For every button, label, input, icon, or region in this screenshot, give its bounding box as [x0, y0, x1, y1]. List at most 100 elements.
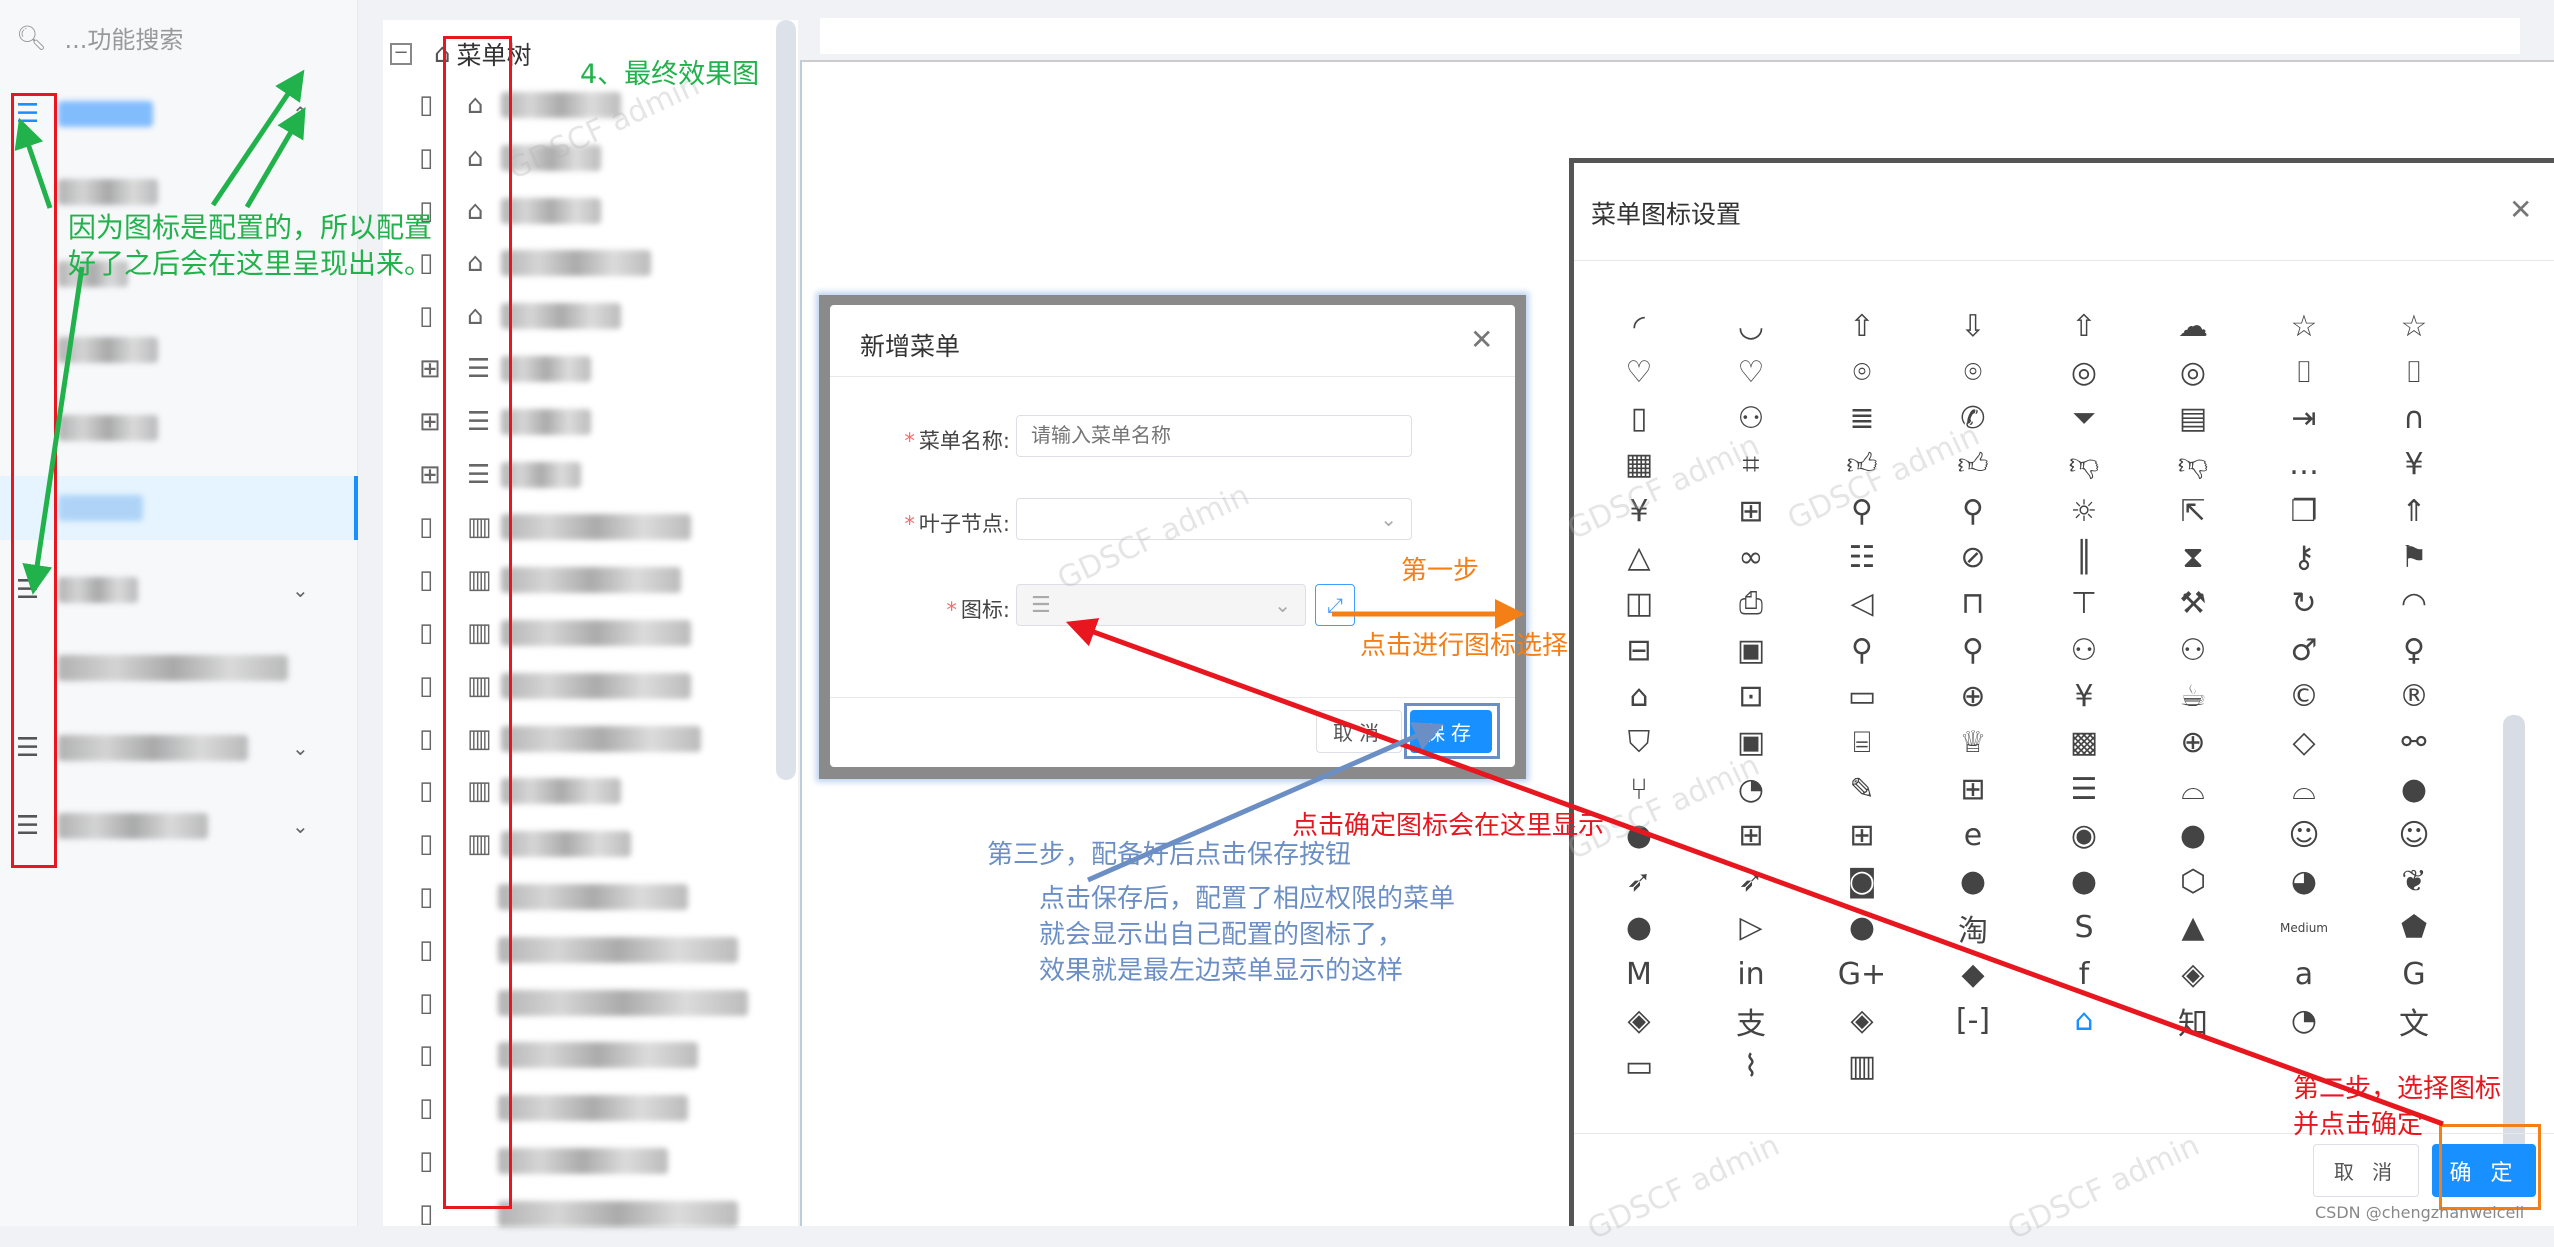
- icon-option-tag-icon[interactable]: ◇: [2274, 721, 2334, 765]
- icon-option-dingding-icon[interactable]: ➶: [1721, 860, 1781, 904]
- icon-option-environment-icon[interactable]: ⌾: [1943, 350, 2003, 394]
- icon-option-taobao-icon[interactable]: 淘: [1943, 906, 2003, 950]
- icon-option-gitlab-icon[interactable]: ⬟: [2384, 906, 2444, 950]
- icon-option-medium-icon[interactable]: M: [1609, 952, 1669, 996]
- icon-option-disconnect-icon[interactable]: ∞: [1721, 536, 1781, 580]
- collapse-icon[interactable]: −: [390, 43, 412, 65]
- icon-option-ie-icon[interactable]: e: [1943, 813, 2003, 857]
- icon-option-linkedin-icon[interactable]: in: [1721, 952, 1781, 996]
- icon-option-chrome-icon[interactable]: ◉: [2054, 813, 2114, 857]
- icon-option-wallet-icon[interactable]: ▣: [1721, 721, 1781, 765]
- icon-option-flag-icon[interactable]: ⚑: [2384, 536, 2444, 580]
- icon-option-taobao-circle-icon[interactable]: ●: [2054, 860, 2114, 904]
- icon-option-codepen-circle-icon[interactable]: ◈: [1609, 999, 1669, 1043]
- icon-option-weibo-square-icon[interactable]: ◙: [1832, 860, 1892, 904]
- icon-option-copyright-icon[interactable]: ©: [2274, 674, 2334, 718]
- icon-option-weibo-icon[interactable]: ◕: [2274, 860, 2334, 904]
- icon-option-medicine-box-icon[interactable]: ⊕: [1943, 674, 2003, 718]
- icon-option-sync-icon[interactable]: ↻: [2274, 582, 2334, 626]
- icon-option-qrcode-icon[interactable]: ▦: [1609, 443, 1669, 487]
- icon-option-aliwangwang-icon[interactable]: ☺: [2274, 813, 2334, 857]
- icon-option-skin-icon[interactable]: ⊤: [2054, 582, 2114, 626]
- icon-option-codepen-icon[interactable]: ◈: [2163, 952, 2223, 996]
- icon-option-save-icon[interactable]: ▯: [1609, 397, 1669, 441]
- icon-option-aliwangwang-icon[interactable]: ☺: [2384, 813, 2444, 857]
- icon-option-loading-3-quarters-icon[interactable]: ◜: [1609, 304, 1669, 348]
- icon-option-message-icon[interactable]: …: [2274, 443, 2334, 487]
- icon-option-red-envelope-icon[interactable]: ¥: [2054, 674, 2114, 718]
- icon-grid-scrollbar[interactable]: [2503, 715, 2525, 1175]
- icon-option-eye-icon[interactable]: ◎: [2163, 350, 2223, 394]
- icon-option-facebook-icon[interactable]: f: [2054, 952, 2114, 996]
- icon-option-skype-icon[interactable]: S: [2054, 906, 2114, 950]
- icon-option-bar-chart-icon[interactable]: ▥: [1832, 1045, 1892, 1089]
- icon-option-like-icon[interactable]: 👍︎: [1832, 443, 1892, 487]
- icon-option-apple-icon[interactable]: ●: [1609, 813, 1669, 857]
- icon-option-wifi-icon[interactable]: ◠: [2384, 582, 2444, 626]
- icon-option-loading-icon[interactable]: ◡: [1721, 304, 1781, 348]
- expand-icon-picker-button[interactable]: ⤢: [1315, 584, 1355, 626]
- icon-option-table-icon[interactable]: ⊞: [1943, 767, 2003, 811]
- icon-option-database-icon[interactable]: ☷: [1832, 536, 1892, 580]
- icon-option-heart-icon[interactable]: ♡: [1609, 350, 1669, 394]
- icon-option-twitter-icon[interactable]: ❦: [2384, 860, 2444, 904]
- icon-option-heart-icon[interactable]: ♡: [1721, 350, 1781, 394]
- icon-option-pushpin-icon[interactable]: ⚲: [1943, 489, 2003, 533]
- icon-option-edit-icon[interactable]: ✎: [1832, 767, 1892, 811]
- icon-option-line-chart-icon[interactable]: ⌇: [1721, 1045, 1781, 1089]
- icon-option-customer-service-icon[interactable]: ∩: [2384, 397, 2444, 441]
- icon-option-team-icon[interactable]: ⚇: [1721, 397, 1781, 441]
- icon-option-apple-icon[interactable]: ●: [2384, 767, 2444, 811]
- icon-option-select-icon[interactable]: ⇱: [2163, 489, 2223, 533]
- icon-option-translation-icon[interactable]: 文: [2384, 999, 2444, 1043]
- close-icon[interactable]: ✕: [1470, 323, 1493, 356]
- icon-option-pushpin-icon[interactable]: ⚲: [1832, 489, 1892, 533]
- icon-option-solution-icon[interactable]: ≣: [1832, 397, 1892, 441]
- icon-option-barcode-icon[interactable]: ║: [2054, 536, 2114, 580]
- icon-option-gift-icon[interactable]: ⊡: [1721, 674, 1781, 718]
- icon-option-safety-icon[interactable]: ⛉: [1609, 721, 1669, 765]
- icon-option-qq-icon[interactable]: ▲: [2163, 906, 2223, 950]
- icon-option-fund-icon[interactable]: ▭: [1609, 1045, 1669, 1089]
- icon-option-schedule-icon[interactable]: ▣: [1721, 628, 1781, 672]
- expand-icon[interactable]: ⊞: [419, 460, 441, 490]
- icon-option-wechat-icon[interactable]: ●: [1609, 906, 1669, 950]
- close-icon[interactable]: ✕: [2509, 193, 2532, 226]
- icon-option-android-icon[interactable]: ⌓: [2274, 767, 2334, 811]
- expand-icon[interactable]: ⊞: [419, 354, 441, 384]
- icon-option-switcher-icon[interactable]: ❐: [2274, 489, 2334, 533]
- icon-option-printer-icon[interactable]: ⎙: [1721, 582, 1781, 626]
- icon-option-usergroup-add-icon[interactable]: ⚇: [2054, 628, 2114, 672]
- expand-icon[interactable]: ⊞: [419, 407, 441, 437]
- icon-option-medium-workmark-icon[interactable]: Medium: [2274, 906, 2334, 950]
- icon-option-layout-icon[interactable]: ◫: [1609, 582, 1669, 626]
- icon-option-dislike-icon[interactable]: 👎︎: [2163, 443, 2223, 487]
- icon-option-filter-icon[interactable]: ⏷: [2054, 397, 2114, 441]
- cancel-button[interactable]: 取 消: [2313, 1144, 2419, 1197]
- icon-option-api-icon[interactable]: ⚯: [2384, 721, 2444, 765]
- icon-option-cloud-upload-icon[interactable]: ⇧: [1832, 304, 1892, 348]
- icon-option-tool-icon[interactable]: ⚒: [2163, 582, 2223, 626]
- icon-option-profile-icon[interactable]: ☰: [2054, 767, 2114, 811]
- icon-option-weibo-circle-icon[interactable]: ●: [1943, 860, 2003, 904]
- icon-option-html5-icon[interactable]: ⬡: [2163, 860, 2223, 904]
- icon-option-compass-icon[interactable]: ⊘: [1943, 536, 2003, 580]
- icon-option-exception-icon[interactable]: ▤: [2163, 397, 2223, 441]
- icon-option-hourglass-icon[interactable]: ⧗: [2163, 536, 2223, 580]
- icon-option-eye-icon[interactable]: ◎: [2054, 350, 2114, 394]
- icon-option-sound-icon[interactable]: ◁: [1832, 582, 1892, 626]
- icon-option-rocket-icon[interactable]: ⇑: [2384, 489, 2444, 533]
- icon-option-cloud-upload-icon[interactable]: ⇧: [2054, 304, 2114, 348]
- icon-option-camera-icon[interactable]: ⌷: [2274, 350, 2334, 394]
- icon-option-global-icon[interactable]: ⊕: [2163, 721, 2223, 765]
- icon-option-environment-icon[interactable]: ⌾: [1832, 350, 1892, 394]
- tree-scrollbar[interactable]: [776, 20, 796, 780]
- icon-option-contacts-icon[interactable]: ▩: [2054, 721, 2114, 765]
- icon-option-amazon-icon[interactable]: a: [2274, 952, 2334, 996]
- icon-option-appstore-icon[interactable]: ⊞: [1832, 813, 1892, 857]
- cancel-button[interactable]: 取消: [1316, 710, 1402, 753]
- menu-name-input[interactable]: [1016, 415, 1412, 457]
- icon-option-like-icon[interactable]: 👍︎: [1943, 443, 2003, 487]
- icon-option-alipay-icon[interactable]: 支: [1721, 999, 1781, 1043]
- icon-option-dashboard-icon[interactable]: ◔: [1721, 767, 1781, 811]
